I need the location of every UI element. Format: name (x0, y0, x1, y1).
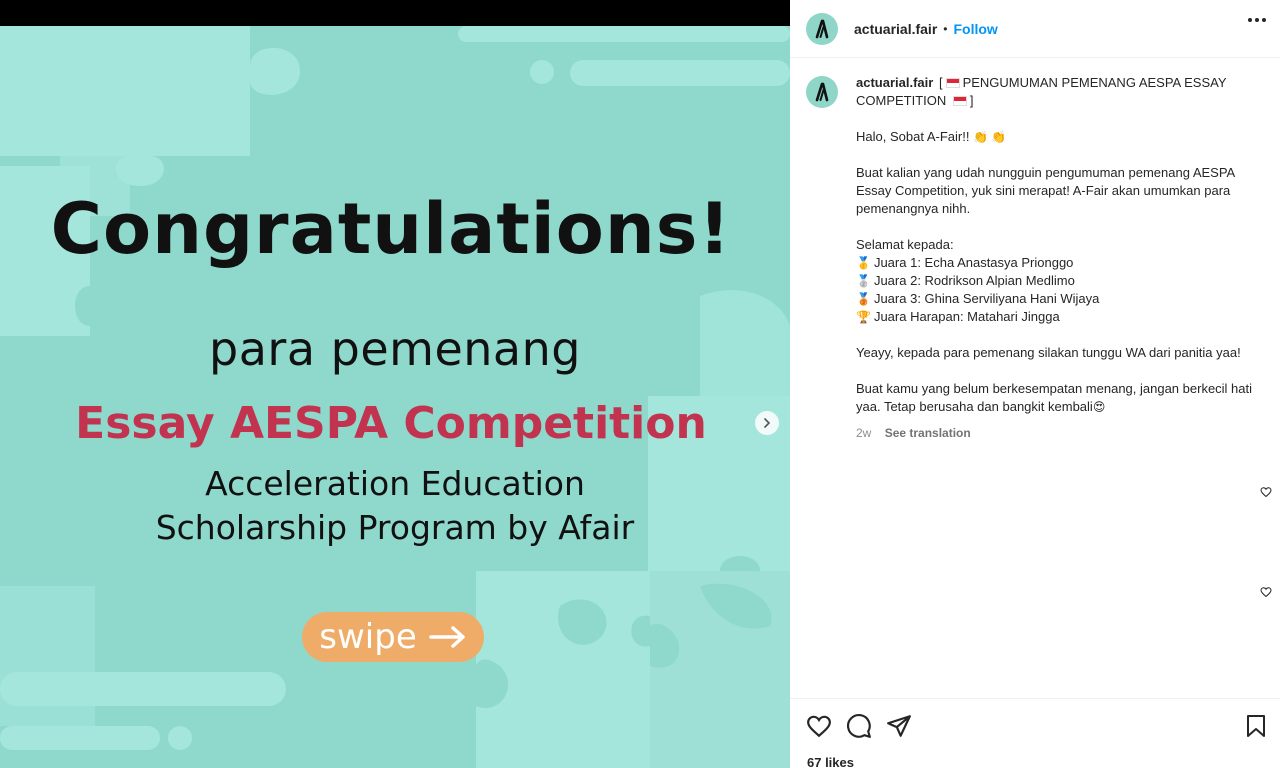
next-slide-button[interactable] (755, 411, 779, 435)
flag-icon (952, 96, 967, 106)
like-heart-icon[interactable] (806, 713, 832, 739)
top-black-bar (0, 0, 790, 26)
caption-meta: 2w See translation (856, 424, 1256, 442)
swipe-badge: swipe (302, 612, 484, 662)
winner-item: 🥉 Juara 3: Ghina Serviliyana Hani Wijaya (856, 290, 1256, 308)
likes-count[interactable]: 67 likes (807, 755, 854, 768)
post-header: actuarial.fair • Follow (790, 0, 1280, 58)
arrow-right-icon (428, 626, 465, 648)
winner-item: 🥇 Juara 1: Echa Anastasya Prionggo (856, 254, 1256, 272)
instagram-post-view: Congratulations! para pemenang Essay AES… (0, 0, 1280, 768)
caption-avatar[interactable] (806, 76, 838, 108)
action-icons (806, 713, 912, 739)
swipe-label: swipe (319, 617, 417, 657)
congratulations-heading: Congratulations! (50, 188, 732, 270)
avatar[interactable] (806, 12, 838, 45)
trophy-icon: 🏆 (856, 310, 871, 324)
caption-title-open: [ (938, 75, 943, 90)
see-translation-button[interactable]: See translation (885, 426, 971, 440)
post-time: 2w (856, 426, 872, 440)
bookmark-icon[interactable] (1244, 713, 1268, 739)
caption-username[interactable]: actuarial.fair (856, 75, 933, 90)
clapping-hands-icon: 👏 (973, 130, 989, 144)
post-image[interactable]: Congratulations! para pemenang Essay AES… (0, 26, 790, 768)
bronze-medal-icon: 🥉 (856, 292, 871, 306)
winners-heading: Selamat kepada: (856, 237, 954, 252)
caption-text: actuarial.fair [PENGUMUMAN PEMENANG AESP… (856, 74, 1256, 442)
competition-title: Essay AESPA Competition (75, 398, 707, 449)
separator-dot: • (943, 21, 948, 36)
winner-text: Juara Harapan: Matahari Jingga (873, 309, 1060, 324)
comment-like-icon[interactable] (1260, 486, 1272, 498)
winner-item: 🥈 Juara 2: Rodrikson Alpian Medlimo (856, 272, 1256, 290)
winner-text: Juara 1: Echa Anastasya Prionggo (873, 255, 1074, 270)
share-send-icon[interactable] (886, 713, 912, 739)
program-line-2: Scholarship Program by Afair (155, 508, 635, 547)
post-actions: 67 likes (790, 698, 1280, 768)
comment-like-icon[interactable] (1260, 586, 1272, 598)
winners-subheading: para pemenang (209, 322, 581, 376)
program-line-1: Acceleration Education (205, 464, 585, 503)
header-username[interactable]: actuarial.fair (854, 21, 937, 37)
winner-text: Juara 3: Ghina Serviliyana Hani Wijaya (873, 291, 1100, 306)
caption-greeting: Halo, Sobat A-Fair!! (856, 129, 970, 144)
afair-logo-icon (815, 82, 829, 102)
comment-icon[interactable] (846, 713, 872, 739)
clapping-hands-icon: 👏 (991, 130, 1006, 144)
caption-intro: Buat kalian yang udah nungguin pengumuma… (856, 165, 1235, 216)
chevron-right-icon (764, 418, 771, 428)
afair-logo-icon (815, 19, 829, 38)
winner-item: 🏆 Juara Harapan: Matahari Jingga (856, 308, 1256, 326)
caption-title-close: ] (969, 93, 974, 108)
follow-button[interactable]: Follow (953, 21, 997, 37)
more-options-icon[interactable] (1248, 18, 1266, 22)
flag-icon (945, 78, 960, 88)
heart-eyes-icon: 😍 (1092, 400, 1106, 414)
silver-medal-icon: 🥈 (856, 274, 871, 288)
program-description: Acceleration Education Scholarship Progr… (0, 462, 790, 550)
winner-text: Juara 2: Rodrikson Alpian Medlimo (873, 273, 1075, 288)
gold-medal-icon: 🥇 (856, 256, 871, 270)
post-side-panel: actuarial.fair • Follow actuarial.fair [… (790, 0, 1280, 768)
caption-note-2: Buat kamu yang belum berkesempatan menan… (856, 381, 1253, 414)
caption-note-1: Yeayy, kepada para pemenang silakan tung… (856, 345, 1241, 360)
